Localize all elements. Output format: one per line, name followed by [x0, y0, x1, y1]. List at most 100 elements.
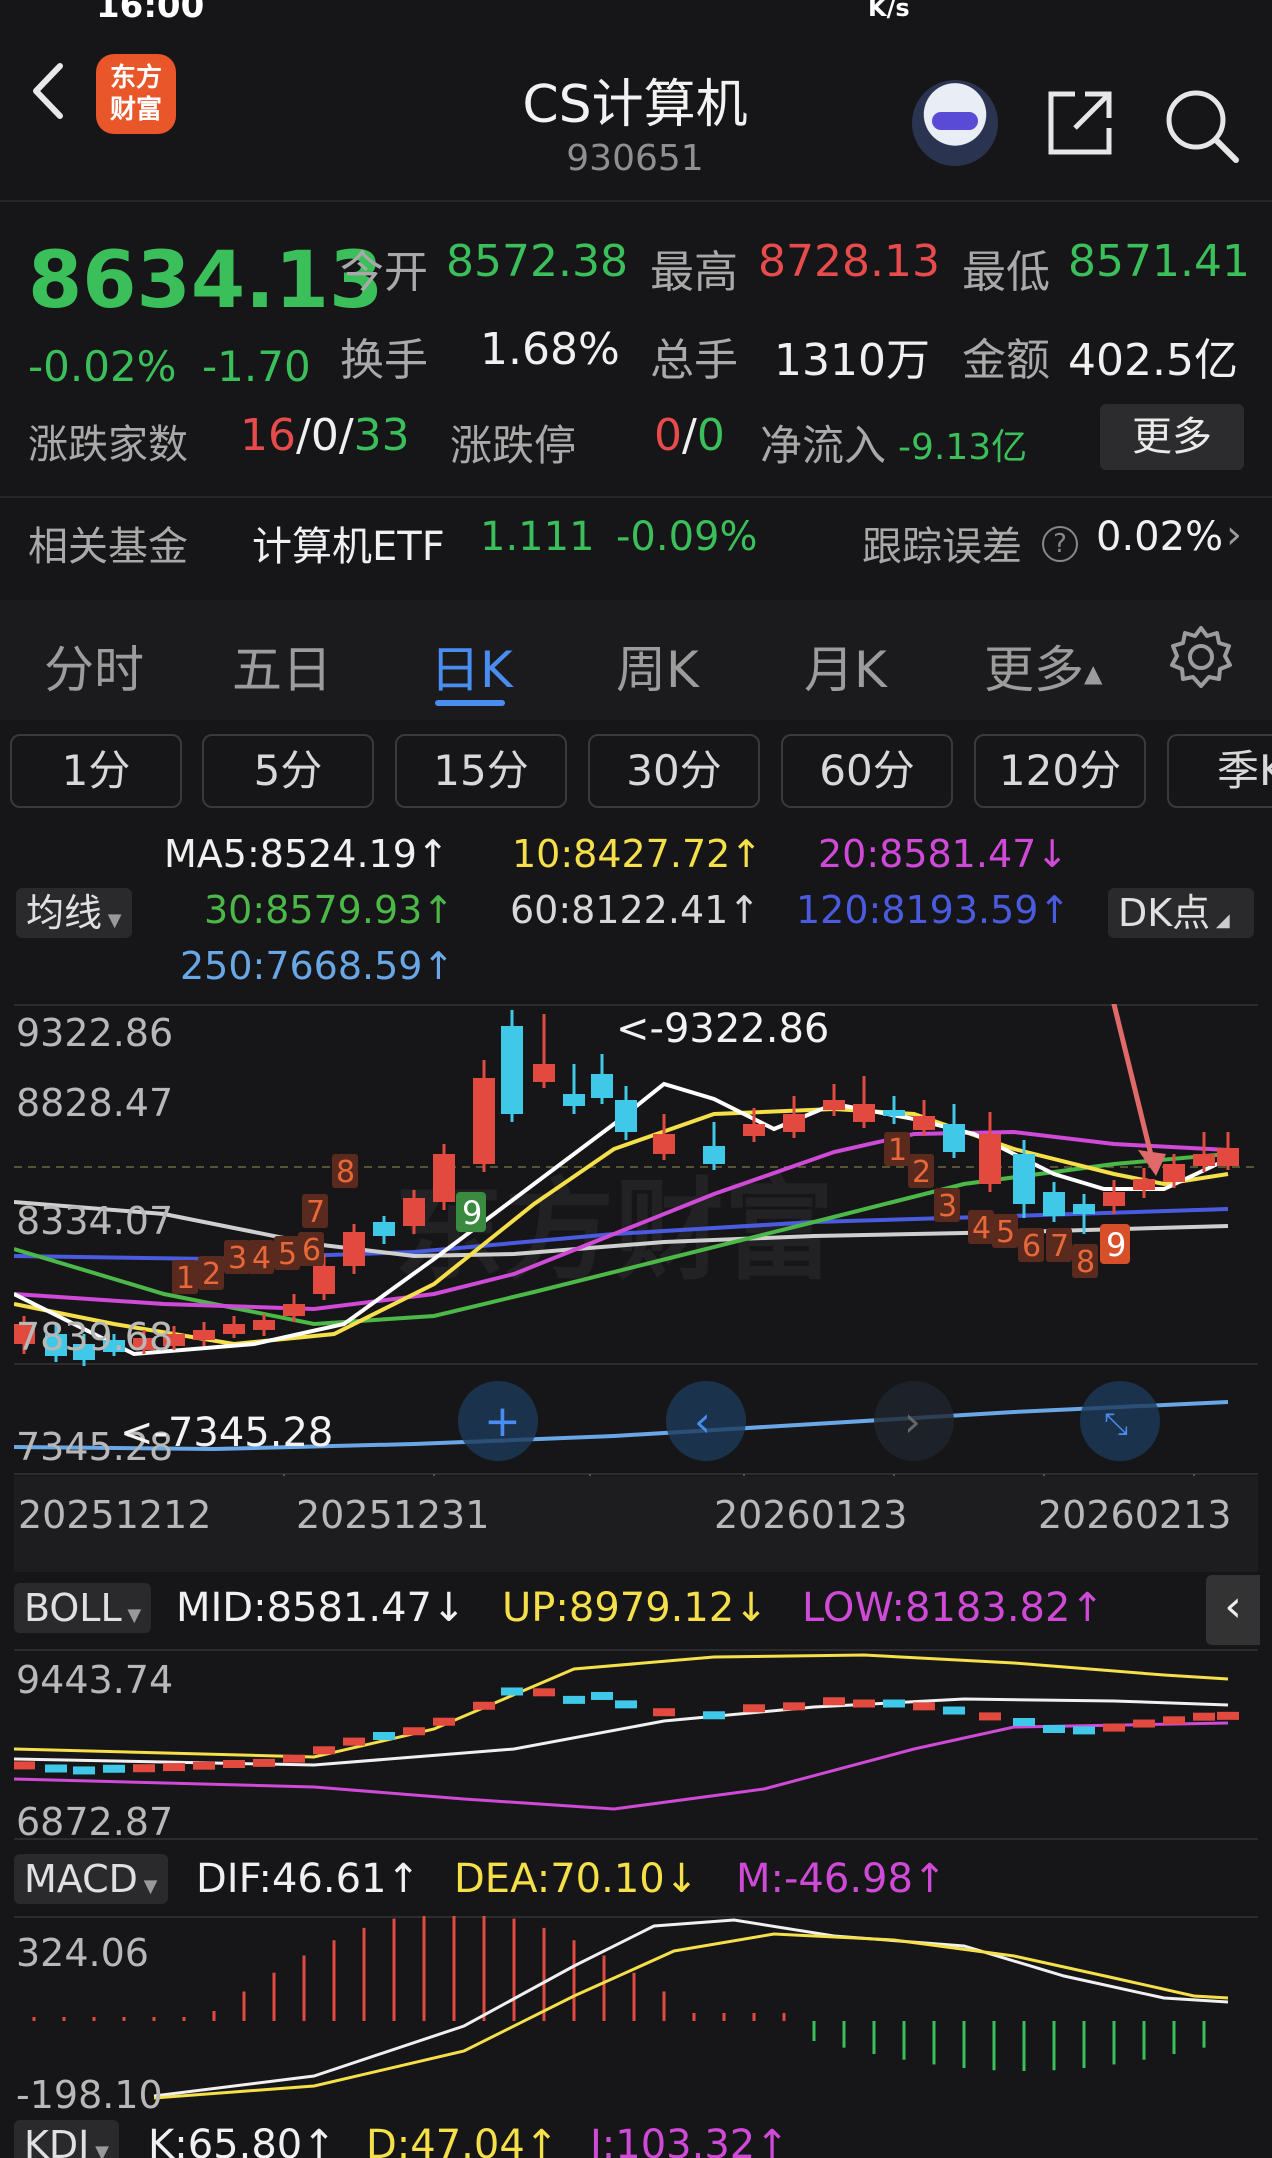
ma-selector-label: 均线 — [26, 891, 103, 935]
boll-selector-label: BOLL — [24, 1586, 122, 1630]
boll-candle — [533, 1688, 555, 1697]
scroll-right-glyph: › — [904, 1397, 921, 1446]
ma20-value: 20:8581.47↓ — [818, 832, 1069, 876]
share-icon[interactable] — [1045, 88, 1115, 158]
candle-body — [943, 1124, 965, 1152]
fullscreen-glyph: ⤡ — [1104, 1407, 1128, 1442]
status-time: 16:00 — [96, 0, 205, 24]
boll-candle — [1193, 1712, 1215, 1721]
boll-panel: BOLL ▼ MID:8581.47↓ UP:8979.12↓ LOW:8183… — [0, 1575, 1272, 1845]
boll-candle — [14, 1761, 35, 1770]
kline-canvas[interactable]: 东方财富 1 2 3 4 5 6781234 5 6 7 899 9322.86 8828.47 … — [13, 991, 1258, 1572]
candle-body — [615, 1100, 637, 1132]
candle-body — [703, 1146, 725, 1164]
divider — [0, 200, 1272, 202]
back-icon[interactable] — [30, 62, 66, 120]
dropdown-caret-icon: ▼ — [137, 1876, 158, 1897]
open-label: 今开 — [340, 247, 428, 298]
low-label: 最低 — [962, 247, 1050, 298]
chevron-right-icon: › — [1226, 512, 1242, 558]
candle-body — [1133, 1179, 1155, 1190]
tab-intraday[interactable]: 分时 — [44, 630, 144, 702]
unchanged: 0 — [310, 410, 339, 461]
period-30min[interactable]: 30分 — [588, 734, 760, 808]
change-pct: -0.02% — [28, 342, 177, 391]
candle-body — [1103, 1192, 1125, 1206]
x-label-2: 20251231 — [296, 1493, 489, 1537]
tab-five-day[interactable]: 五日 — [232, 630, 332, 702]
assistant-robot-icon[interactable] — [912, 80, 998, 166]
ma-selector[interactable]: 均线 ▼ — [16, 888, 132, 938]
fund-name[interactable]: 计算机ETF — [252, 514, 445, 572]
advancers: 16 — [240, 410, 296, 461]
period-120min[interactable]: 120分 — [974, 734, 1146, 808]
dropdown-caret-icon: ▼ — [89, 2142, 109, 2158]
x-label-1: 20251212 — [18, 1493, 211, 1537]
change-value: -1.70 — [202, 342, 311, 391]
boll-candle — [283, 1754, 305, 1763]
tab-weekly-k[interactable]: 周K — [616, 630, 699, 702]
kline-chart[interactable]: 东方财富 123456781234567899 9322.86 8828.47 … — [13, 991, 1258, 1572]
boll-candle — [73, 1766, 95, 1775]
adv-dec-values: 16/0/33 — [240, 410, 410, 461]
collapse-left-icon[interactable]: ‹ — [1206, 1575, 1260, 1645]
macd-selector[interactable]: MACD ▼ — [14, 1854, 168, 1904]
candle-body — [1193, 1154, 1215, 1166]
settings-gear-icon[interactable] — [1168, 624, 1234, 690]
boll-y-bottom: 6872.87 — [16, 1800, 173, 1841]
td-count-number: 4 — [972, 1211, 991, 1246]
macd-selector-label: MACD — [24, 1857, 138, 1901]
app-logo[interactable]: 东方 财富 — [96, 54, 176, 134]
boll-candle — [1163, 1716, 1185, 1725]
td-count-number: 3 — [938, 1189, 957, 1224]
period-5min[interactable]: 5分 — [202, 734, 374, 808]
candle-body — [533, 1064, 555, 1082]
more-button[interactable]: 更多 — [1100, 404, 1244, 470]
tab-more[interactable]: 更多▲ — [984, 630, 1102, 702]
tab-more-label: 更多 — [984, 641, 1084, 699]
volume-value: 1310万 — [774, 335, 930, 386]
td-count-number: 7 — [306, 1195, 325, 1230]
related-fund-row[interactable]: 相关基金 计算机ETF 1.111 -0.09% 跟踪误差 ? 0.02% › — [0, 500, 1272, 590]
kdj-selector[interactable]: KDJ ▼ — [14, 2120, 119, 2158]
netflow-value: -9.13亿 — [898, 427, 1028, 468]
ma120-value: 120:8193.59↑ — [796, 888, 1071, 932]
boll-candle — [253, 1758, 275, 1767]
tab-monthly-k[interactable]: 月K — [804, 630, 887, 702]
boll-candle — [1043, 1725, 1065, 1733]
period-15min[interactable]: 15分 — [395, 734, 567, 808]
candle-body — [591, 1074, 613, 1098]
low-value: 8571.41 — [1068, 236, 1250, 287]
boll-low: LOW:8183.82↑ — [802, 1585, 1104, 1631]
candle-body — [373, 1222, 395, 1236]
kdj-panel: KDJ ▼ K:65.80↑ D:47.04↑ J:103.32↑ — [0, 2118, 1272, 2158]
kline-tabs: 分时 五日 日K 周K 月K 更多▲ — [0, 600, 1272, 720]
td-count-number: 8 — [336, 1155, 355, 1190]
td-nine-sell: 9 — [1106, 1226, 1126, 1264]
period-1min[interactable]: 1分 — [10, 734, 182, 808]
boll-candle — [591, 1691, 613, 1700]
kdj-k: K:65.80↑ — [148, 2122, 336, 2158]
dk-point-toggle[interactable]: DK点 ◢ — [1108, 888, 1254, 938]
candle-body — [223, 1324, 245, 1334]
search-icon[interactable] — [1162, 86, 1242, 166]
tab-daily-k[interactable]: 日K — [430, 630, 513, 702]
y-label-3: 8334.07 — [16, 1199, 173, 1243]
td-count-number: 6 — [1022, 1229, 1041, 1264]
candle-body — [283, 1304, 305, 1316]
boll-selector[interactable]: BOLL ▼ — [14, 1583, 152, 1633]
period-60min[interactable]: 60分 — [781, 734, 953, 808]
turnover-label: 换手 — [340, 335, 428, 386]
td-count-number: 7 — [1050, 1229, 1069, 1264]
period-quarter[interactable]: 季K — [1167, 734, 1272, 808]
candle-body — [563, 1094, 585, 1106]
x-label-4: 20260213 — [1038, 1493, 1231, 1537]
macd-dif: DIF:46.61↑ — [196, 1856, 421, 1902]
macd-m: M:-46.98↑ — [736, 1856, 947, 1902]
candle-body — [1043, 1192, 1065, 1216]
boll-candle — [943, 1706, 965, 1715]
help-icon[interactable]: ? — [1042, 526, 1078, 562]
limit-label: 涨跌停 — [450, 421, 577, 470]
candle-body — [343, 1232, 365, 1266]
candle-body — [653, 1134, 675, 1154]
